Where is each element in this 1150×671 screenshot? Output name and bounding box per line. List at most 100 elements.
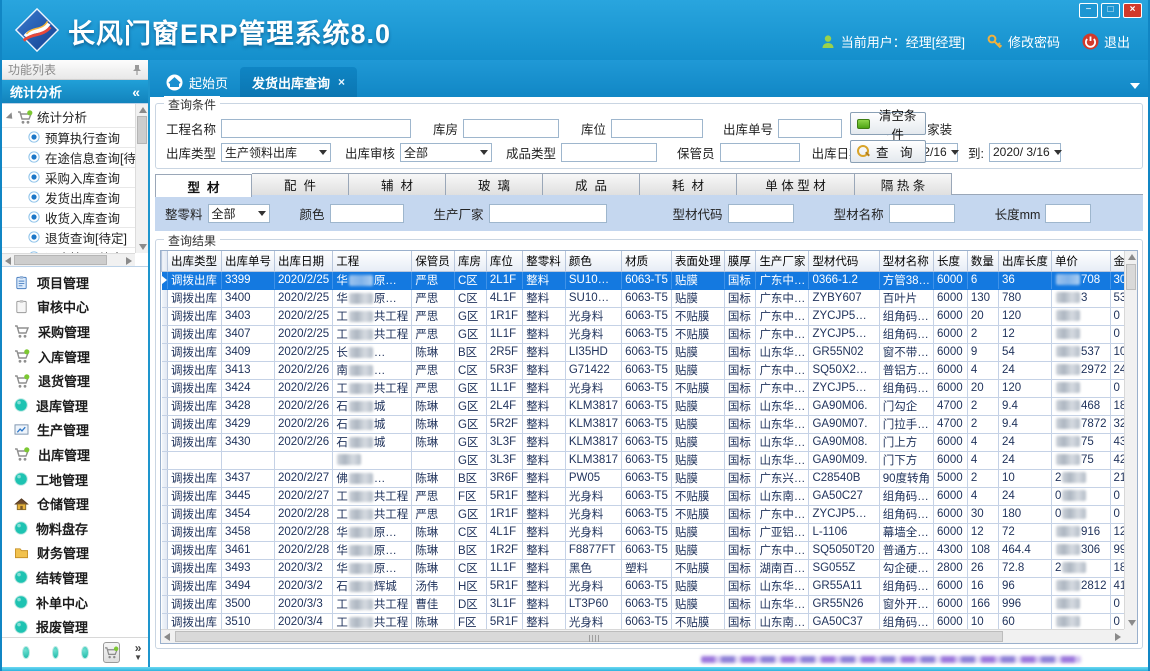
- cell[interactable]: 6063-T5: [622, 379, 672, 397]
- cell[interactable]: 6063-T5: [622, 415, 672, 433]
- cell[interactable]: 3L3F: [486, 433, 522, 451]
- cell[interactable]: SU10…: [565, 271, 621, 289]
- cell[interactable]: 国标: [724, 289, 756, 307]
- cell[interactable]: 贴膜: [671, 289, 724, 307]
- cell[interactable]: 3461: [221, 541, 274, 559]
- cell[interactable]: 整料: [523, 379, 566, 397]
- cell[interactable]: 6063-T5: [622, 487, 672, 505]
- cell[interactable]: 2020/2/26: [274, 415, 332, 433]
- table-row[interactable]: 调拨出库34452020/2/27工共工程严思F区5R1F整料光身料6063-T…: [162, 487, 1137, 505]
- cell[interactable]: 2020/2/25: [274, 289, 332, 307]
- cell[interactable]: 石城: [333, 415, 412, 433]
- cell[interactable]: 30: [967, 505, 998, 523]
- cell[interactable]: [1051, 325, 1110, 343]
- column-header-2[interactable]: 出库日期: [274, 251, 332, 271]
- cell[interactable]: 光身料: [565, 487, 621, 505]
- cell[interactable]: 调拨出库: [167, 505, 221, 523]
- cell[interactable]: 6063-T5: [622, 361, 672, 379]
- cell[interactable]: 贴膜: [671, 361, 724, 379]
- cell[interactable]: 不贴膜: [671, 505, 724, 523]
- cell[interactable]: G区: [454, 397, 486, 415]
- tree-item-4[interactable]: 收货入库查询: [2, 207, 135, 227]
- cell[interactable]: 2020/2/28: [274, 505, 332, 523]
- cell[interactable]: 组角码…: [879, 379, 933, 397]
- cell[interactable]: 6063-T5: [622, 433, 672, 451]
- cell[interactable]: G区: [454, 451, 486, 469]
- table-row[interactable]: 调拨出库34542020/2/28工共工程严思G区1R1F整料光身料6063-T…: [162, 505, 1137, 523]
- cell[interactable]: 1L1F: [486, 379, 522, 397]
- column-header-11[interactable]: 膜厚: [724, 251, 756, 271]
- cell[interactable]: GR55N02: [809, 343, 879, 361]
- cell[interactable]: 严思: [412, 487, 455, 505]
- cell[interactable]: LT3P60: [565, 595, 621, 613]
- sidebar-item-11[interactable]: 财务管理: [2, 541, 148, 566]
- cell[interactable]: 山东华…: [756, 451, 809, 469]
- cell[interactable]: 组角码…: [879, 577, 933, 595]
- cell[interactable]: 0: [1051, 505, 1110, 523]
- sidebar-item-13[interactable]: 补单中心: [2, 590, 148, 615]
- cell[interactable]: 广东兴…: [756, 469, 809, 487]
- cell[interactable]: 陈琳: [412, 469, 455, 487]
- order-no-input[interactable]: [778, 119, 842, 138]
- cell[interactable]: 贴膜: [671, 397, 724, 415]
- cell[interactable]: 6063-T5: [622, 595, 672, 613]
- cell[interactable]: 严思: [412, 271, 455, 289]
- column-header-8[interactable]: 颜色: [565, 251, 621, 271]
- cell[interactable]: 整料: [523, 433, 566, 451]
- cell[interactable]: 3494: [221, 577, 274, 595]
- table-row[interactable]: 调拨出库34582020/2/28华原…陈琳C区4L1F整料光身料6063-T5…: [162, 523, 1137, 541]
- circle-icon[interactable]: [52, 646, 60, 659]
- cell[interactable]: 2020/2/25: [274, 325, 332, 343]
- cell[interactable]: 2020/3/2: [274, 577, 332, 595]
- cell[interactable]: 2020/2/26: [274, 397, 332, 415]
- cell[interactable]: 国标: [724, 379, 756, 397]
- cell[interactable]: 调拨出库: [167, 577, 221, 595]
- cell[interactable]: 2972: [1051, 361, 1110, 379]
- sidebar-item-1[interactable]: 审核中心: [2, 295, 148, 320]
- column-header-15[interactable]: 长度: [934, 251, 968, 271]
- minimize-button[interactable]: −: [1079, 3, 1098, 18]
- cell[interactable]: 贴膜: [671, 469, 724, 487]
- cell[interactable]: 调拨出库: [167, 397, 221, 415]
- tab-list-dropdown-icon[interactable]: [1130, 83, 1140, 89]
- cell[interactable]: 3: [1051, 289, 1110, 307]
- cell[interactable]: 5000: [934, 469, 968, 487]
- outbound-audit-select[interactable]: 全部: [400, 143, 492, 162]
- cell[interactable]: 24: [998, 487, 1051, 505]
- project-name-input[interactable]: [221, 119, 411, 138]
- maximize-button[interactable]: □: [1101, 3, 1120, 18]
- column-header-14[interactable]: 型材名称: [879, 251, 933, 271]
- cell[interactable]: ZYBY607: [809, 289, 879, 307]
- cell[interactable]: [221, 451, 274, 469]
- column-header-16[interactable]: 数量: [967, 251, 998, 271]
- cell[interactable]: 708: [1051, 271, 1110, 289]
- cell[interactable]: GR55N26: [809, 595, 879, 613]
- cell[interactable]: 山东华…: [756, 577, 809, 595]
- tree-item-1[interactable]: 在途信息查询[待: [2, 147, 135, 167]
- column-header-4[interactable]: 保管员: [412, 251, 455, 271]
- cell[interactable]: KLM3817: [565, 415, 621, 433]
- cell[interactable]: 24: [998, 451, 1051, 469]
- cell[interactable]: 整料: [523, 523, 566, 541]
- cell[interactable]: 2: [1051, 469, 1110, 487]
- tab-close-icon[interactable]: ×: [338, 75, 345, 89]
- cell[interactable]: 不贴膜: [671, 325, 724, 343]
- cell[interactable]: 5R3F: [486, 361, 522, 379]
- cell[interactable]: 0: [1051, 487, 1110, 505]
- cell[interactable]: 6063-T5: [622, 397, 672, 415]
- cell[interactable]: 普通方…: [879, 541, 933, 559]
- cell[interactable]: 曹佳: [412, 595, 455, 613]
- cell[interactable]: 120: [998, 379, 1051, 397]
- table-row[interactable]: 调拨出库34942020/3/2石辉城汤伟H区5R1F整料光身料6063-T5贴…: [162, 577, 1137, 595]
- cell[interactable]: 严思: [412, 505, 455, 523]
- cell[interactable]: 120: [998, 307, 1051, 325]
- circle-icon[interactable]: [22, 646, 30, 659]
- cell[interactable]: 6000: [934, 343, 968, 361]
- profile-code-input[interactable]: [728, 204, 794, 223]
- table-row[interactable]: 调拨出库34032020/2/25工共工程严思G区1R1F整料光身料6063-T…: [162, 307, 1137, 325]
- cell[interactable]: 75: [1051, 451, 1110, 469]
- sidebar-item-10[interactable]: 物料盘存: [2, 516, 148, 541]
- cell[interactable]: G区: [454, 415, 486, 433]
- cell[interactable]: 调拨出库: [167, 343, 221, 361]
- cell[interactable]: G71422: [565, 361, 621, 379]
